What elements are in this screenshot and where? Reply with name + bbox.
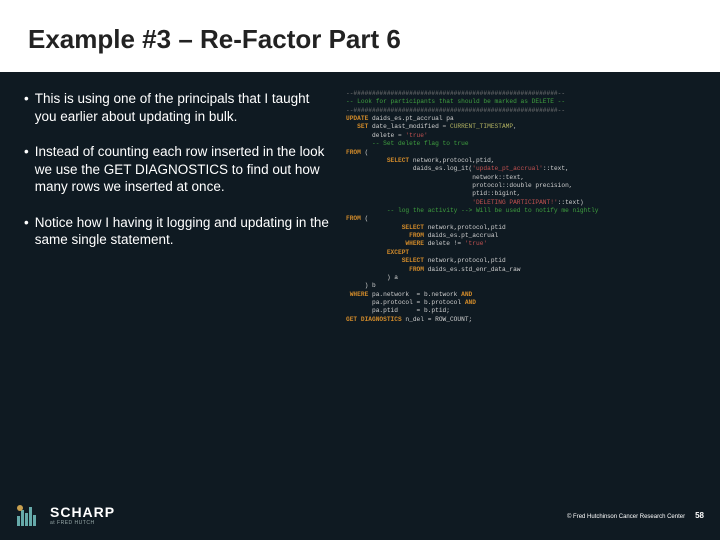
- bullet-text: Instead of counting each row inserted in…: [35, 143, 334, 196]
- logo-sub: at FRED HUTCH: [50, 521, 115, 526]
- bullet-icon: •: [24, 143, 29, 196]
- bullet-item: • Notice how I having it logging and upd…: [24, 214, 334, 249]
- logo: SCHARP at FRED HUTCH: [16, 504, 115, 526]
- copyright: © Fred Hutchinson Cancer Research Center: [567, 514, 685, 520]
- footer: SCHARP at FRED HUTCH © Fred Hutchinson C…: [0, 496, 720, 540]
- bullet-item: • Instead of counting each row inserted …: [24, 143, 334, 196]
- page-number: 58: [695, 511, 704, 520]
- bullet-column: • This is using one of the principals th…: [24, 90, 334, 540]
- bullet-item: • This is using one of the principals th…: [24, 90, 334, 125]
- bullet-text: Notice how I having it logging and updat…: [35, 214, 334, 249]
- bullet-text: This is using one of the principals that…: [35, 90, 334, 125]
- footer-right: © Fred Hutchinson Cancer Research Center…: [567, 511, 704, 520]
- logo-name: SCHARP: [50, 505, 115, 519]
- content-area: • This is using one of the principals th…: [0, 72, 720, 540]
- logo-icon: [16, 504, 44, 526]
- bullet-icon: •: [24, 214, 29, 249]
- logo-text: SCHARP at FRED HUTCH: [50, 505, 115, 526]
- title-area: Example #3 – Re-Factor Part 6: [0, 0, 720, 65]
- bullet-icon: •: [24, 90, 29, 125]
- code-block: --######################################…: [346, 90, 696, 540]
- slide-title: Example #3 – Re-Factor Part 6: [28, 24, 692, 55]
